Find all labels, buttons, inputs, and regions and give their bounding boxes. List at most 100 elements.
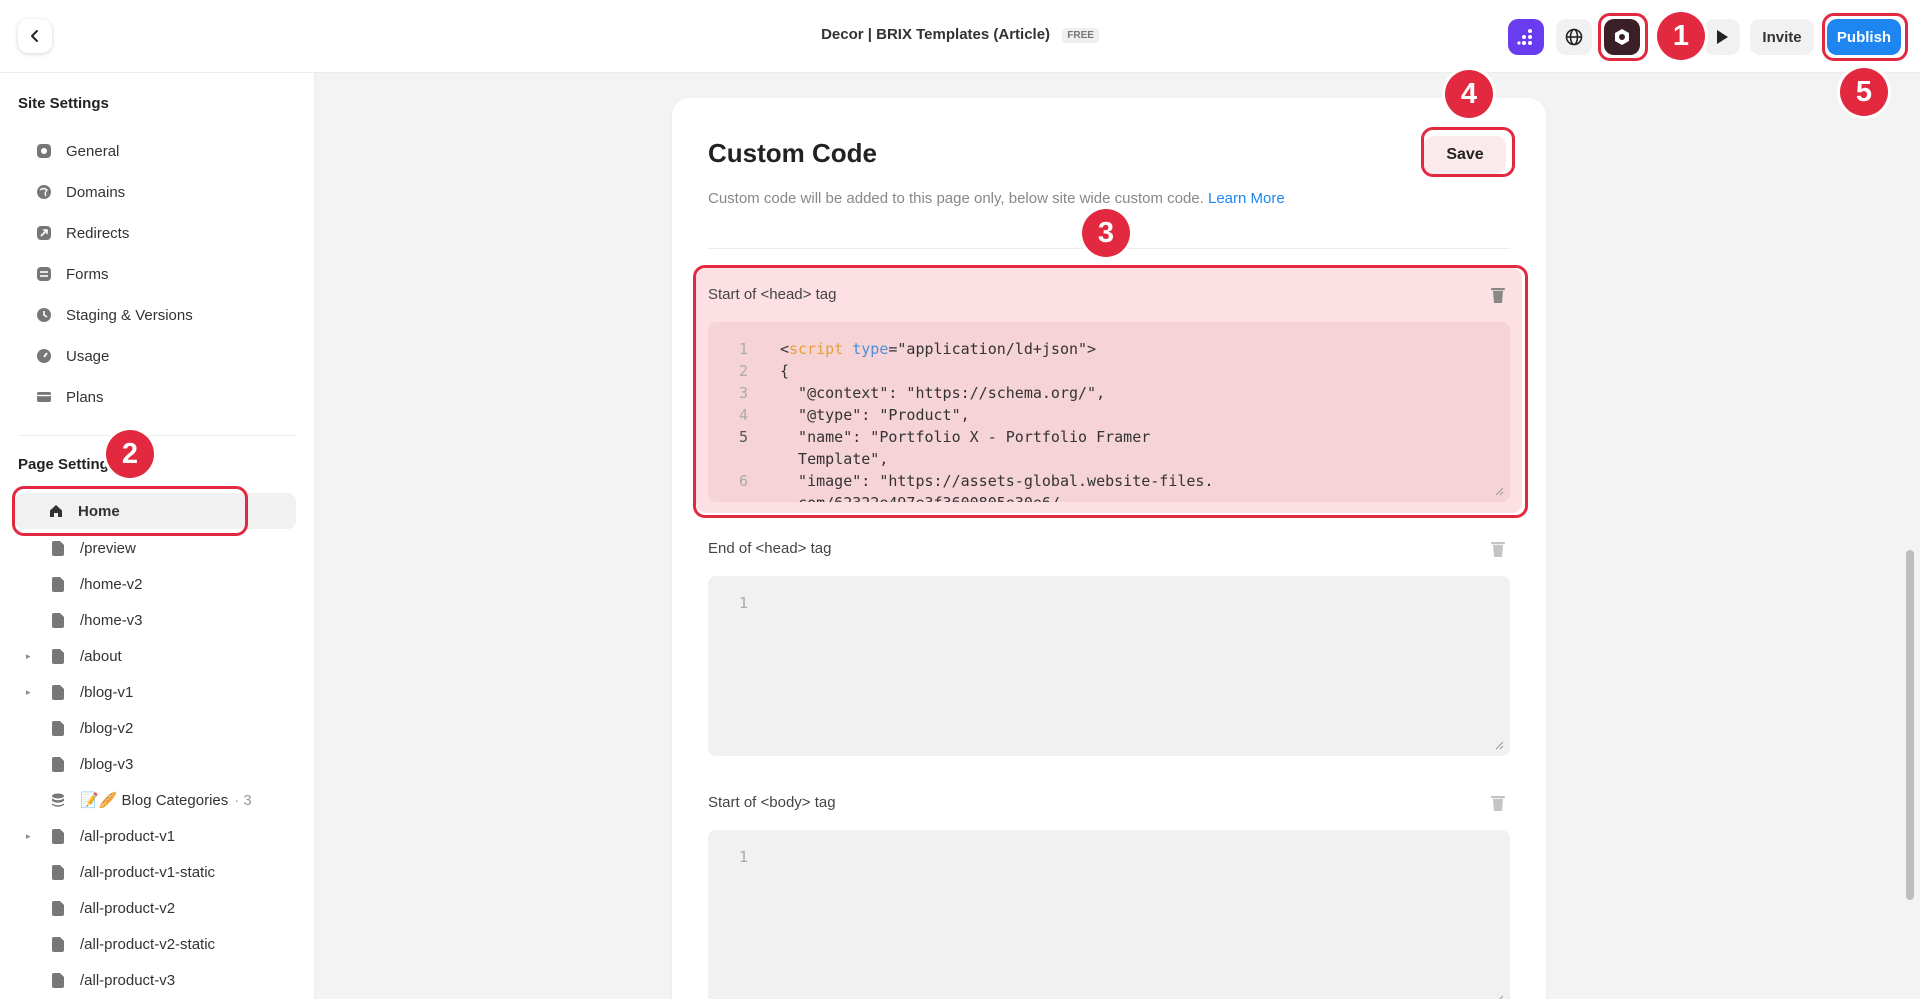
clock-icon <box>36 307 52 323</box>
page-item-label: /blog-v1 <box>80 683 134 701</box>
page-item-all-product-v1[interactable]: ▸ /all-product-v1 <box>26 819 175 853</box>
card-icon <box>36 389 52 405</box>
top-bar: Decor | BRIX Templates (Article) FREE In… <box>0 0 1920 73</box>
code-text: <script type="application/ld+json"> <box>780 340 1097 358</box>
page-item-all-product-v2[interactable]: /all-product-v2 <box>26 891 175 925</box>
globe-button[interactable] <box>1556 19 1592 55</box>
resize-handle-icon[interactable] <box>1494 994 1504 999</box>
page-item-preview[interactable]: /preview <box>26 531 136 565</box>
page-icon <box>50 684 66 700</box>
main-scrollbar[interactable] <box>1906 550 1914 900</box>
expand-caret-icon[interactable]: ▸ <box>26 687 40 698</box>
page-item-all-product-v3[interactable]: /all-product-v3 <box>26 963 175 997</box>
sidebar-item-general[interactable]: General <box>36 135 119 167</box>
code-text: "@type": "Product", <box>780 406 970 424</box>
page-item-label: /all-product-v3 <box>80 971 176 989</box>
expand-caret-icon[interactable]: ▸ <box>26 651 40 662</box>
invite-button[interactable]: Invite <box>1750 19 1814 55</box>
resize-handle-icon[interactable] <box>1494 486 1504 496</box>
annotation-marker-5: 5 <box>1840 68 1888 116</box>
sidebar-item-forms[interactable]: Forms <box>36 258 109 290</box>
plan-badge: FREE <box>1062 28 1099 43</box>
preview-button[interactable] <box>1704 19 1740 55</box>
sidebar-item-label: Domains <box>66 183 126 201</box>
sidebar-item-label: Redirects <box>66 224 130 242</box>
project-title: Decor | BRIX Templates (Article) <box>821 26 1051 43</box>
play-icon <box>1717 30 1728 44</box>
sidebar-item-label: Plans <box>66 388 104 406</box>
sidebar-item-redirects[interactable]: Redirects <box>36 217 129 249</box>
framer-menu-button[interactable] <box>1508 19 1544 55</box>
resize-handle-icon[interactable] <box>1494 740 1504 750</box>
page-item-home-v3[interactable]: /home-v3 <box>26 603 143 637</box>
settings-sidebar: Site Settings General Domains Redirects … <box>0 73 315 999</box>
trash-icon[interactable] <box>1490 794 1506 812</box>
panel-title: Custom Code <box>708 138 877 168</box>
end-head-editor[interactable]: 1 <box>708 576 1510 756</box>
page-icon <box>50 720 66 736</box>
annotation-marker-1: 1 <box>1657 12 1705 60</box>
page-item-blog-categories[interactable]: 📝🥖 Blog Categories · 3 <box>26 783 252 817</box>
publish-button[interactable]: Publish <box>1827 19 1901 55</box>
line-number: 1 <box>738 848 748 866</box>
line-number: 3 <box>738 384 748 402</box>
page-settings-heading: Page Settings <box>18 456 118 473</box>
annotation-marker-4: 4 <box>1445 70 1493 118</box>
redirect-icon <box>36 225 52 241</box>
sidebar-item-plans[interactable]: Plans <box>36 381 104 413</box>
page-item-label: /all-product-v1 <box>80 827 176 845</box>
page-item-label: /home-v3 <box>80 611 143 629</box>
code-text: "name": "Portfolio X - Portfolio Framer <box>780 428 1151 446</box>
code-text: { <box>780 362 790 380</box>
sidebar-item-label: General <box>66 142 120 160</box>
page-item-blog-v2[interactable]: /blog-v2 <box>26 711 133 745</box>
line-number: 4 <box>738 406 748 424</box>
page-icon <box>50 936 66 952</box>
code-text: Template", <box>780 450 889 468</box>
end-head-label: End of <head> tag <box>708 540 832 557</box>
code-text: com/62322e497e3f3600805e30e6/ <box>780 494 1060 502</box>
sidebar-item-domains[interactable]: Domains <box>36 176 125 208</box>
line-number: 2 <box>738 362 748 380</box>
annotation-marker-3: 3 <box>1082 209 1130 257</box>
sidebar-item-usage[interactable]: Usage <box>36 340 109 372</box>
home-icon <box>48 503 64 519</box>
settings-hex-icon <box>1615 29 1629 45</box>
line-number: 1 <box>738 594 748 612</box>
framer-dots-icon <box>1517 29 1532 45</box>
globe-icon <box>1565 28 1583 46</box>
site-settings-button[interactable] <box>1604 19 1640 55</box>
save-button[interactable]: Save <box>1424 136 1506 174</box>
page-item-label: /home-v2 <box>80 575 143 593</box>
trash-icon[interactable] <box>1490 286 1506 304</box>
sidebar-item-label: Usage <box>66 347 110 365</box>
start-body-editor[interactable]: 1 <box>708 830 1510 999</box>
page-item-home[interactable]: Home <box>40 494 120 528</box>
page-item-about[interactable]: ▸ /about <box>26 639 122 673</box>
database-icon <box>50 792 66 808</box>
learn-more-link[interactable]: Learn More <box>1208 190 1285 207</box>
page-item-blog-v3[interactable]: /blog-v3 <box>26 747 133 781</box>
sidebar-item-label: Staging & Versions <box>66 306 193 324</box>
start-head-label: Start of <head> tag <box>708 286 837 303</box>
gauge-icon <box>36 348 52 364</box>
page-item-all-product-v2-static[interactable]: /all-product-v2-static <box>26 927 215 961</box>
page-icon <box>50 540 66 556</box>
page-item-all-product-v1-static[interactable]: /all-product-v1-static <box>26 855 215 889</box>
line-number: 1 <box>738 340 748 358</box>
description-text: Custom code will be added to this page o… <box>708 190 1204 207</box>
expand-caret-icon[interactable]: ▸ <box>26 831 40 842</box>
page-icon <box>50 828 66 844</box>
page-item-home-v2[interactable]: /home-v2 <box>26 567 143 601</box>
page-icon <box>50 900 66 916</box>
page-item-label: /blog-v2 <box>80 719 134 737</box>
sidebar-item-staging[interactable]: Staging & Versions <box>36 299 193 331</box>
page-item-blog-v1[interactable]: ▸ /blog-v1 <box>26 675 133 709</box>
page-icon <box>50 756 66 772</box>
trash-icon[interactable] <box>1490 540 1506 558</box>
page-item-label: /preview <box>80 539 136 557</box>
start-head-editor[interactable]: com/62322e497e3f3600805e30e6/6 "image": … <box>708 322 1510 502</box>
page-icon <box>50 864 66 880</box>
globe-icon <box>36 184 52 200</box>
page-icon <box>50 648 66 664</box>
